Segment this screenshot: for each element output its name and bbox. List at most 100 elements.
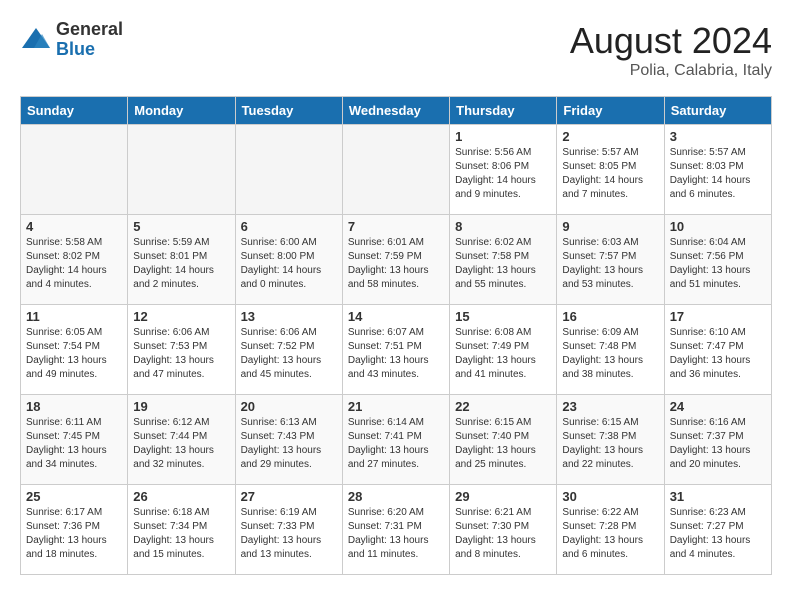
calendar-cell: 15 Sunrise: 6:08 AM Sunset: 7:49 PM Dayli… — [450, 305, 557, 395]
calendar-cell: 31 Sunrise: 6:23 AM Sunset: 7:27 PM Dayli… — [664, 485, 771, 575]
calendar-cell: 9 Sunrise: 6:03 AM Sunset: 7:57 PM Daylig… — [557, 215, 664, 305]
day-info: Sunrise: 6:03 AM Sunset: 7:57 PM Dayligh… — [562, 236, 658, 292]
day-info: Sunrise: 6:01 AM Sunset: 7:59 PM Dayligh… — [348, 236, 444, 292]
day-number: 12 — [133, 309, 229, 324]
day-of-week-header: Saturday — [664, 97, 771, 125]
day-number: 9 — [562, 219, 658, 234]
day-info: Sunrise: 6:19 AM Sunset: 7:33 PM Dayligh… — [241, 506, 337, 562]
calendar-cell: 29 Sunrise: 6:21 AM Sunset: 7:30 PM Dayli… — [450, 485, 557, 575]
calendar-cell: 1 Sunrise: 5:56 AM Sunset: 8:06 PM Daylig… — [450, 125, 557, 215]
day-number: 14 — [348, 309, 444, 324]
day-info: Sunrise: 5:57 AM Sunset: 8:05 PM Dayligh… — [562, 146, 658, 202]
calendar-cell — [235, 125, 342, 215]
title-block: August 2024 Polia, Calabria, Italy — [570, 20, 772, 80]
calendar-header-row: SundayMondayTuesdayWednesdayThursdayFrid… — [21, 97, 772, 125]
day-number: 13 — [241, 309, 337, 324]
logo: General Blue — [20, 20, 123, 60]
day-info: Sunrise: 6:10 AM Sunset: 7:47 PM Dayligh… — [670, 326, 766, 382]
day-number: 28 — [348, 489, 444, 504]
calendar-cell: 22 Sunrise: 6:15 AM Sunset: 7:40 PM Dayli… — [450, 395, 557, 485]
calendar-cell — [21, 125, 128, 215]
day-info: Sunrise: 6:06 AM Sunset: 7:53 PM Dayligh… — [133, 326, 229, 382]
day-info: Sunrise: 6:09 AM Sunset: 7:48 PM Dayligh… — [562, 326, 658, 382]
calendar-week-row: 11Sunrise: 6:05 AM Sunset: 7:54 PM Dayli… — [21, 305, 772, 395]
calendar-cell: 27Sunrise: 6:19 AM Sunset: 7:33 PM Dayli… — [235, 485, 342, 575]
calendar-cell: 25 Sunrise: 6:17 AM Sunset: 7:36 PM Dayli… — [21, 485, 128, 575]
calendar-cell: 12 Sunrise: 6:06 AM Sunset: 7:53 PM Dayli… — [128, 305, 235, 395]
day-number: 15 — [455, 309, 551, 324]
day-info: Sunrise: 6:14 AM Sunset: 7:41 PM Dayligh… — [348, 416, 444, 472]
calendar-cell — [128, 125, 235, 215]
day-info: Sunrise: 6:13 AM Sunset: 7:43 PM Dayligh… — [241, 416, 337, 472]
day-of-week-header: Friday — [557, 97, 664, 125]
logo-icon — [20, 26, 52, 54]
day-info: Sunrise: 5:57 AM Sunset: 8:03 PM Dayligh… — [670, 146, 766, 202]
calendar-cell: 17 Sunrise: 6:10 AM Sunset: 7:47 PM Dayli… — [664, 305, 771, 395]
day-of-week-header: Tuesday — [235, 97, 342, 125]
day-number: 3 — [670, 129, 766, 144]
calendar-cell: 26Sunrise: 6:18 AM Sunset: 7:34 PM Dayli… — [128, 485, 235, 575]
calendar-cell: 11Sunrise: 6:05 AM Sunset: 7:54 PM Dayli… — [21, 305, 128, 395]
day-info: Sunrise: 6:21 AM Sunset: 7:30 PM Dayligh… — [455, 506, 551, 562]
calendar-cell: 3 Sunrise: 5:57 AM Sunset: 8:03 PM Daylig… — [664, 125, 771, 215]
day-number: 25 — [26, 489, 122, 504]
day-info: Sunrise: 6:00 AM Sunset: 8:00 PM Dayligh… — [241, 236, 337, 292]
day-number: 1 — [455, 129, 551, 144]
day-info: Sunrise: 5:58 AM Sunset: 8:02 PM Dayligh… — [26, 236, 122, 292]
day-number: 18 — [26, 399, 122, 414]
calendar-cell: 4 Sunrise: 5:58 AM Sunset: 8:02 PM Daylig… — [21, 215, 128, 305]
day-number: 19 — [133, 399, 229, 414]
calendar-cell — [342, 125, 449, 215]
calendar-week-row: 18Sunrise: 6:11 AM Sunset: 7:45 PM Dayli… — [21, 395, 772, 485]
calendar-cell: 20 Sunrise: 6:13 AM Sunset: 7:43 PM Dayli… — [235, 395, 342, 485]
day-number: 29 — [455, 489, 551, 504]
calendar-cell: 7 Sunrise: 6:01 AM Sunset: 7:59 PM Daylig… — [342, 215, 449, 305]
day-info: Sunrise: 5:56 AM Sunset: 8:06 PM Dayligh… — [455, 146, 551, 202]
day-info: Sunrise: 6:20 AM Sunset: 7:31 PM Dayligh… — [348, 506, 444, 562]
day-info: Sunrise: 6:02 AM Sunset: 7:58 PM Dayligh… — [455, 236, 551, 292]
day-of-week-header: Monday — [128, 97, 235, 125]
day-number: 11 — [26, 309, 122, 324]
day-info: Sunrise: 6:07 AM Sunset: 7:51 PM Dayligh… — [348, 326, 444, 382]
day-info: Sunrise: 6:17 AM Sunset: 7:36 PM Dayligh… — [26, 506, 122, 562]
day-number: 21 — [348, 399, 444, 414]
day-info: Sunrise: 6:08 AM Sunset: 7:49 PM Dayligh… — [455, 326, 551, 382]
day-number: 20 — [241, 399, 337, 414]
day-of-week-header: Thursday — [450, 97, 557, 125]
day-of-week-header: Wednesday — [342, 97, 449, 125]
logo-text: General Blue — [56, 20, 123, 60]
day-info: Sunrise: 6:06 AM Sunset: 7:52 PM Dayligh… — [241, 326, 337, 382]
day-info: Sunrise: 6:12 AM Sunset: 7:44 PM Dayligh… — [133, 416, 229, 472]
calendar-cell: 13 Sunrise: 6:06 AM Sunset: 7:52 PM Dayli… — [235, 305, 342, 395]
day-number: 30 — [562, 489, 658, 504]
calendar-cell: 19 Sunrise: 6:12 AM Sunset: 7:44 PM Dayli… — [128, 395, 235, 485]
calendar-cell: 18Sunrise: 6:11 AM Sunset: 7:45 PM Dayli… — [21, 395, 128, 485]
day-number: 8 — [455, 219, 551, 234]
calendar-cell: 2Sunrise: 5:57 AM Sunset: 8:05 PM Daylig… — [557, 125, 664, 215]
day-of-week-header: Sunday — [21, 97, 128, 125]
location: Polia, Calabria, Italy — [570, 62, 772, 80]
day-number: 7 — [348, 219, 444, 234]
day-number: 22 — [455, 399, 551, 414]
page-header: General Blue August 2024 Polia, Calabria… — [20, 20, 772, 80]
day-number: 10 — [670, 219, 766, 234]
day-number: 17 — [670, 309, 766, 324]
day-info: Sunrise: 6:22 AM Sunset: 7:28 PM Dayligh… — [562, 506, 658, 562]
calendar-week-row: 4 Sunrise: 5:58 AM Sunset: 8:02 PM Daylig… — [21, 215, 772, 305]
day-info: Sunrise: 6:15 AM Sunset: 7:38 PM Dayligh… — [562, 416, 658, 472]
day-number: 4 — [26, 219, 122, 234]
day-info: Sunrise: 6:23 AM Sunset: 7:27 PM Dayligh… — [670, 506, 766, 562]
day-number: 31 — [670, 489, 766, 504]
calendar-cell: 21 Sunrise: 6:14 AM Sunset: 7:41 PM Dayli… — [342, 395, 449, 485]
day-number: 6 — [241, 219, 337, 234]
calendar-cell: 24Sunrise: 6:16 AM Sunset: 7:37 PM Dayli… — [664, 395, 771, 485]
day-info: Sunrise: 6:15 AM Sunset: 7:40 PM Dayligh… — [455, 416, 551, 472]
day-number: 23 — [562, 399, 658, 414]
calendar-week-row: 1 Sunrise: 5:56 AM Sunset: 8:06 PM Daylig… — [21, 125, 772, 215]
calendar-cell: 30 Sunrise: 6:22 AM Sunset: 7:28 PM Dayli… — [557, 485, 664, 575]
calendar-cell: 14 Sunrise: 6:07 AM Sunset: 7:51 PM Dayli… — [342, 305, 449, 395]
month-year: August 2024 — [570, 20, 772, 62]
calendar-cell: 5Sunrise: 5:59 AM Sunset: 8:01 PM Daylig… — [128, 215, 235, 305]
calendar-week-row: 25 Sunrise: 6:17 AM Sunset: 7:36 PM Dayli… — [21, 485, 772, 575]
day-number: 26 — [133, 489, 229, 504]
